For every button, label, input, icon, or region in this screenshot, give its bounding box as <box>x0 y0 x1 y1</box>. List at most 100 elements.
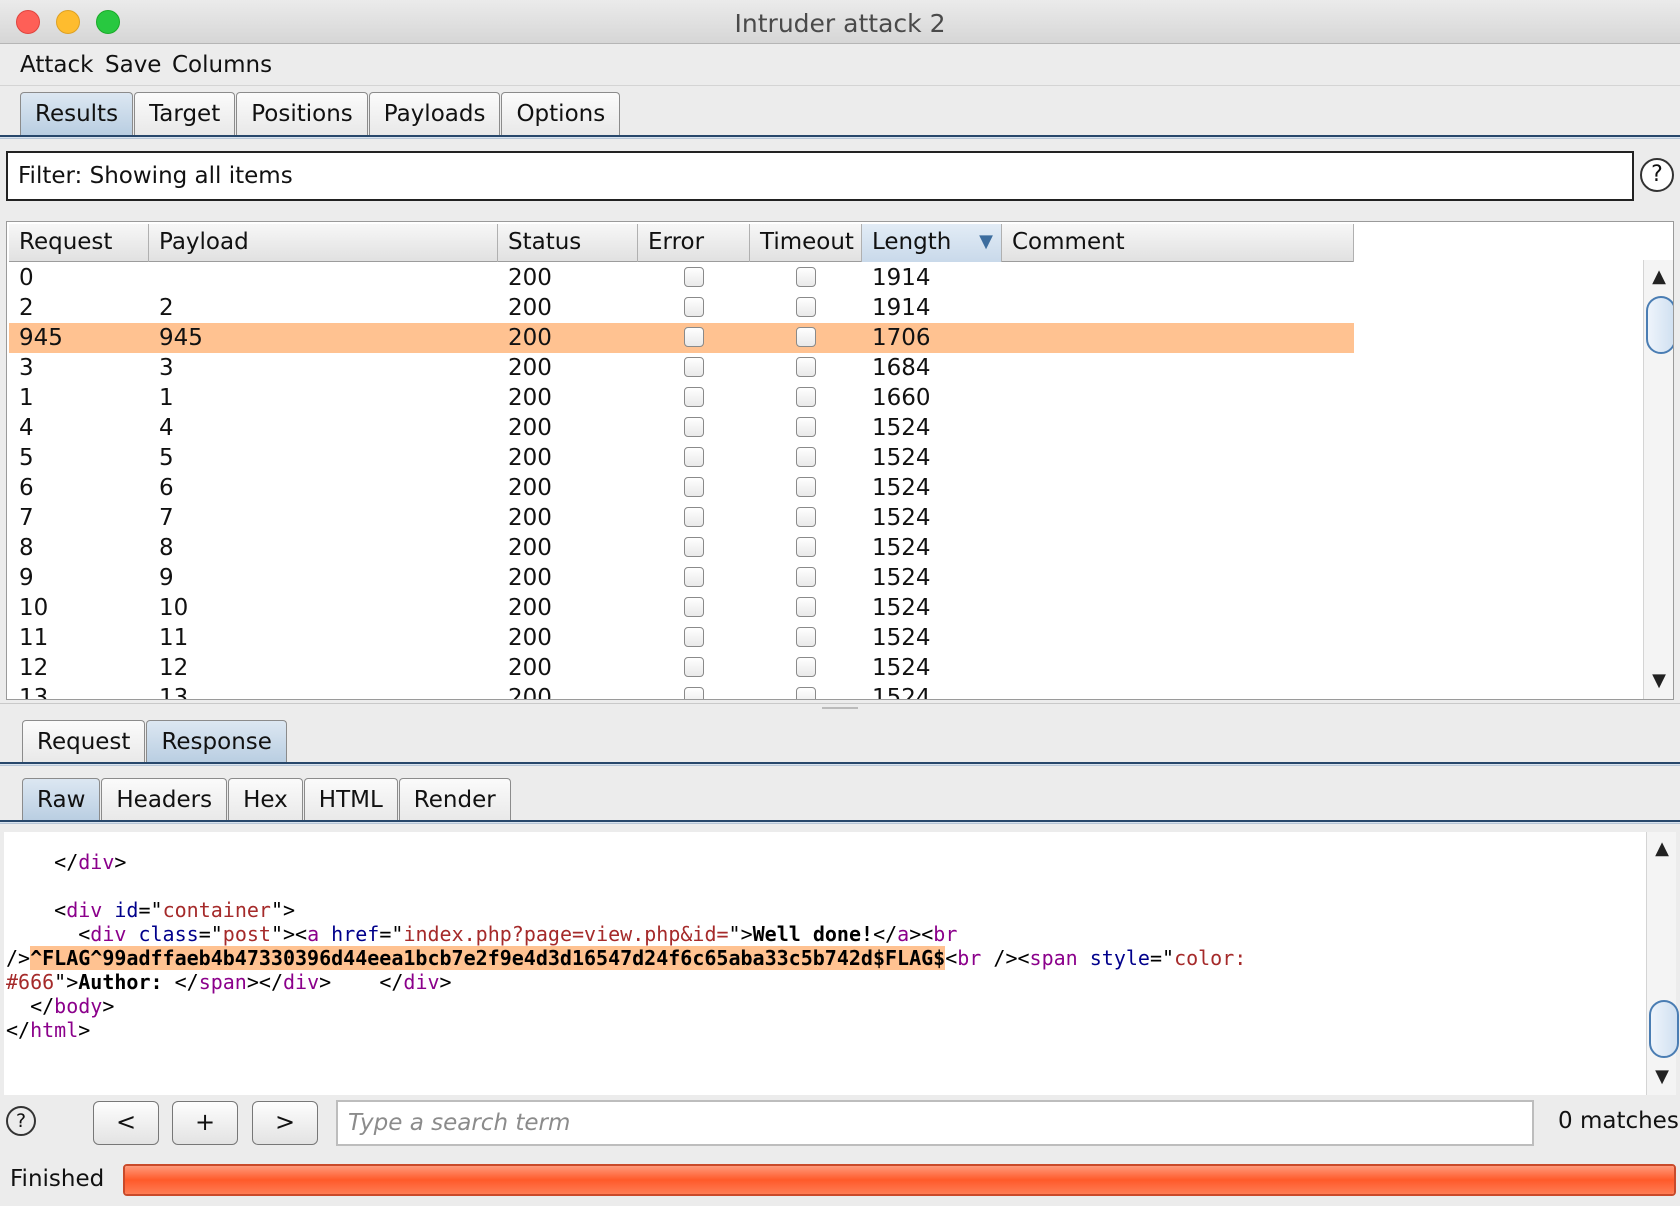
table-row[interactable]: 6 6 200 1524 <box>9 473 1354 503</box>
cell-status: 200 <box>508 445 552 471</box>
column-header-payload[interactable]: Payload <box>149 224 498 262</box>
filter-help-icon[interactable]: ? <box>1640 158 1674 192</box>
response-scroll-down-icon[interactable]: ▼ <box>1647 1066 1677 1087</box>
column-header-status[interactable]: Status <box>498 224 638 262</box>
post-class-value: post <box>222 922 271 946</box>
table-row[interactable]: 3 3 200 1684 <box>9 353 1354 383</box>
cell-timeout <box>750 533 862 563</box>
error-checkbox[interactable] <box>684 417 704 437</box>
detail-tab-underline <box>0 762 1680 766</box>
tab-positions[interactable]: Positions <box>236 92 368 136</box>
cell-error <box>638 263 750 293</box>
tab-html[interactable]: HTML <box>303 778 398 822</box>
column-header-request[interactable]: Request <box>9 224 149 262</box>
table-row[interactable]: 7 7 200 1524 <box>9 503 1354 533</box>
response-scroll-up-icon[interactable]: ▲ <box>1647 838 1677 859</box>
column-header-comment[interactable]: Comment <box>1002 224 1354 262</box>
response-scroll-thumb[interactable] <box>1649 1000 1679 1058</box>
column-header-error[interactable]: Error <box>638 224 750 262</box>
menu-save[interactable]: Save <box>105 52 161 78</box>
timeout-checkbox[interactable] <box>796 627 816 647</box>
divider-grip-icon[interactable] <box>822 707 858 711</box>
scroll-up-icon[interactable]: ▲ <box>1644 266 1673 287</box>
timeout-checkbox[interactable] <box>796 567 816 587</box>
menu-attack[interactable]: Attack <box>20 52 93 78</box>
tab-render[interactable]: Render <box>398 778 511 822</box>
error-checkbox[interactable] <box>684 447 704 467</box>
error-checkbox[interactable] <box>684 267 704 287</box>
scroll-thumb[interactable] <box>1646 296 1673 354</box>
next-match-button[interactable]: > <box>252 1101 318 1145</box>
table-row[interactable]: 4 4 200 1524 <box>9 413 1354 443</box>
scroll-down-icon[interactable]: ▼ <box>1644 670 1673 691</box>
timeout-checkbox[interactable] <box>796 417 816 437</box>
table-row[interactable]: 945 945 200 1706 <box>9 323 1354 353</box>
tab-payloads[interactable]: Payloads <box>368 92 501 136</box>
tab-target[interactable]: Target <box>134 92 236 136</box>
timeout-checkbox[interactable] <box>796 297 816 317</box>
error-checkbox[interactable] <box>684 297 704 317</box>
tab-options[interactable]: Options <box>501 92 621 136</box>
table-row[interactable]: 12 12 200 1524 <box>9 653 1354 683</box>
table-row[interactable]: 13 13 200 1524 <box>9 683 1354 699</box>
response-raw-editor[interactable]: </div> <div id="container"> <div class="… <box>4 832 1646 1095</box>
tab-request[interactable]: Request <box>22 720 146 764</box>
table-row[interactable]: 1 1 200 1660 <box>9 383 1354 413</box>
response-scrollbar[interactable]: ▲ ▼ <box>1646 832 1679 1095</box>
timeout-checkbox[interactable] <box>796 657 816 677</box>
error-checkbox[interactable] <box>684 627 704 647</box>
cell-comment <box>1002 353 1354 383</box>
error-checkbox[interactable] <box>684 597 704 617</box>
error-checkbox[interactable] <box>684 507 704 527</box>
column-header-length[interactable]: Length ▼ <box>862 224 1002 262</box>
timeout-checkbox[interactable] <box>796 357 816 377</box>
timeout-checkbox[interactable] <box>796 327 816 347</box>
timeout-checkbox[interactable] <box>796 537 816 557</box>
error-checkbox[interactable] <box>684 537 704 557</box>
table-row[interactable]: 9 9 200 1524 <box>9 563 1354 593</box>
table-row[interactable]: 10 10 200 1524 <box>9 593 1354 623</box>
cell-error <box>638 533 750 563</box>
tab-hex[interactable]: Hex <box>228 778 303 822</box>
error-checkbox[interactable] <box>684 327 704 347</box>
tab-headers[interactable]: Headers <box>101 778 228 822</box>
timeout-checkbox[interactable] <box>796 687 816 699</box>
split-pane-divider[interactable] <box>0 703 1680 713</box>
error-checkbox[interactable] <box>684 687 704 699</box>
cell-request: 2 <box>19 295 34 321</box>
filter-bar[interactable]: Filter: Showing all items <box>6 151 1634 201</box>
table-row[interactable]: 8 8 200 1524 <box>9 533 1354 563</box>
error-checkbox[interactable] <box>684 567 704 587</box>
cell-request: 945 <box>19 325 63 351</box>
error-checkbox[interactable] <box>684 657 704 677</box>
add-search-button[interactable]: + <box>172 1101 238 1145</box>
error-checkbox[interactable] <box>684 387 704 407</box>
timeout-checkbox[interactable] <box>796 447 816 467</box>
table-row[interactable]: 11 11 200 1524 <box>9 623 1354 653</box>
menu-columns[interactable]: Columns <box>172 52 272 78</box>
tab-results[interactable]: Results <box>20 92 134 136</box>
attack-progress-bar <box>123 1164 1676 1196</box>
column-header-timeout[interactable]: Timeout <box>750 224 862 262</box>
response-code[interactable]: </div> <div id="container"> <div class="… <box>6 850 1246 1042</box>
timeout-checkbox[interactable] <box>796 597 816 617</box>
timeout-checkbox[interactable] <box>796 387 816 407</box>
timeout-checkbox[interactable] <box>796 267 816 287</box>
search-input[interactable]: Type a search term <box>336 1100 1534 1146</box>
cell-comment <box>1002 263 1354 293</box>
cell-request: 10 <box>19 595 49 621</box>
error-checkbox[interactable] <box>684 357 704 377</box>
tab-raw[interactable]: Raw <box>22 778 101 822</box>
cell-length: 1524 <box>872 655 931 681</box>
previous-match-button[interactable]: < <box>93 1101 159 1145</box>
timeout-checkbox[interactable] <box>796 477 816 497</box>
error-checkbox[interactable] <box>684 477 704 497</box>
cell-comment <box>1002 383 1354 413</box>
tab-response[interactable]: Response <box>146 720 287 764</box>
table-row[interactable]: 5 5 200 1524 <box>9 443 1354 473</box>
table-row[interactable]: 0 200 1914 <box>9 263 1354 293</box>
search-help-icon[interactable]: ? <box>6 1106 36 1136</box>
table-row[interactable]: 2 2 200 1914 <box>9 293 1354 323</box>
timeout-checkbox[interactable] <box>796 507 816 527</box>
results-scrollbar[interactable]: ▲ ▼ <box>1643 260 1673 699</box>
